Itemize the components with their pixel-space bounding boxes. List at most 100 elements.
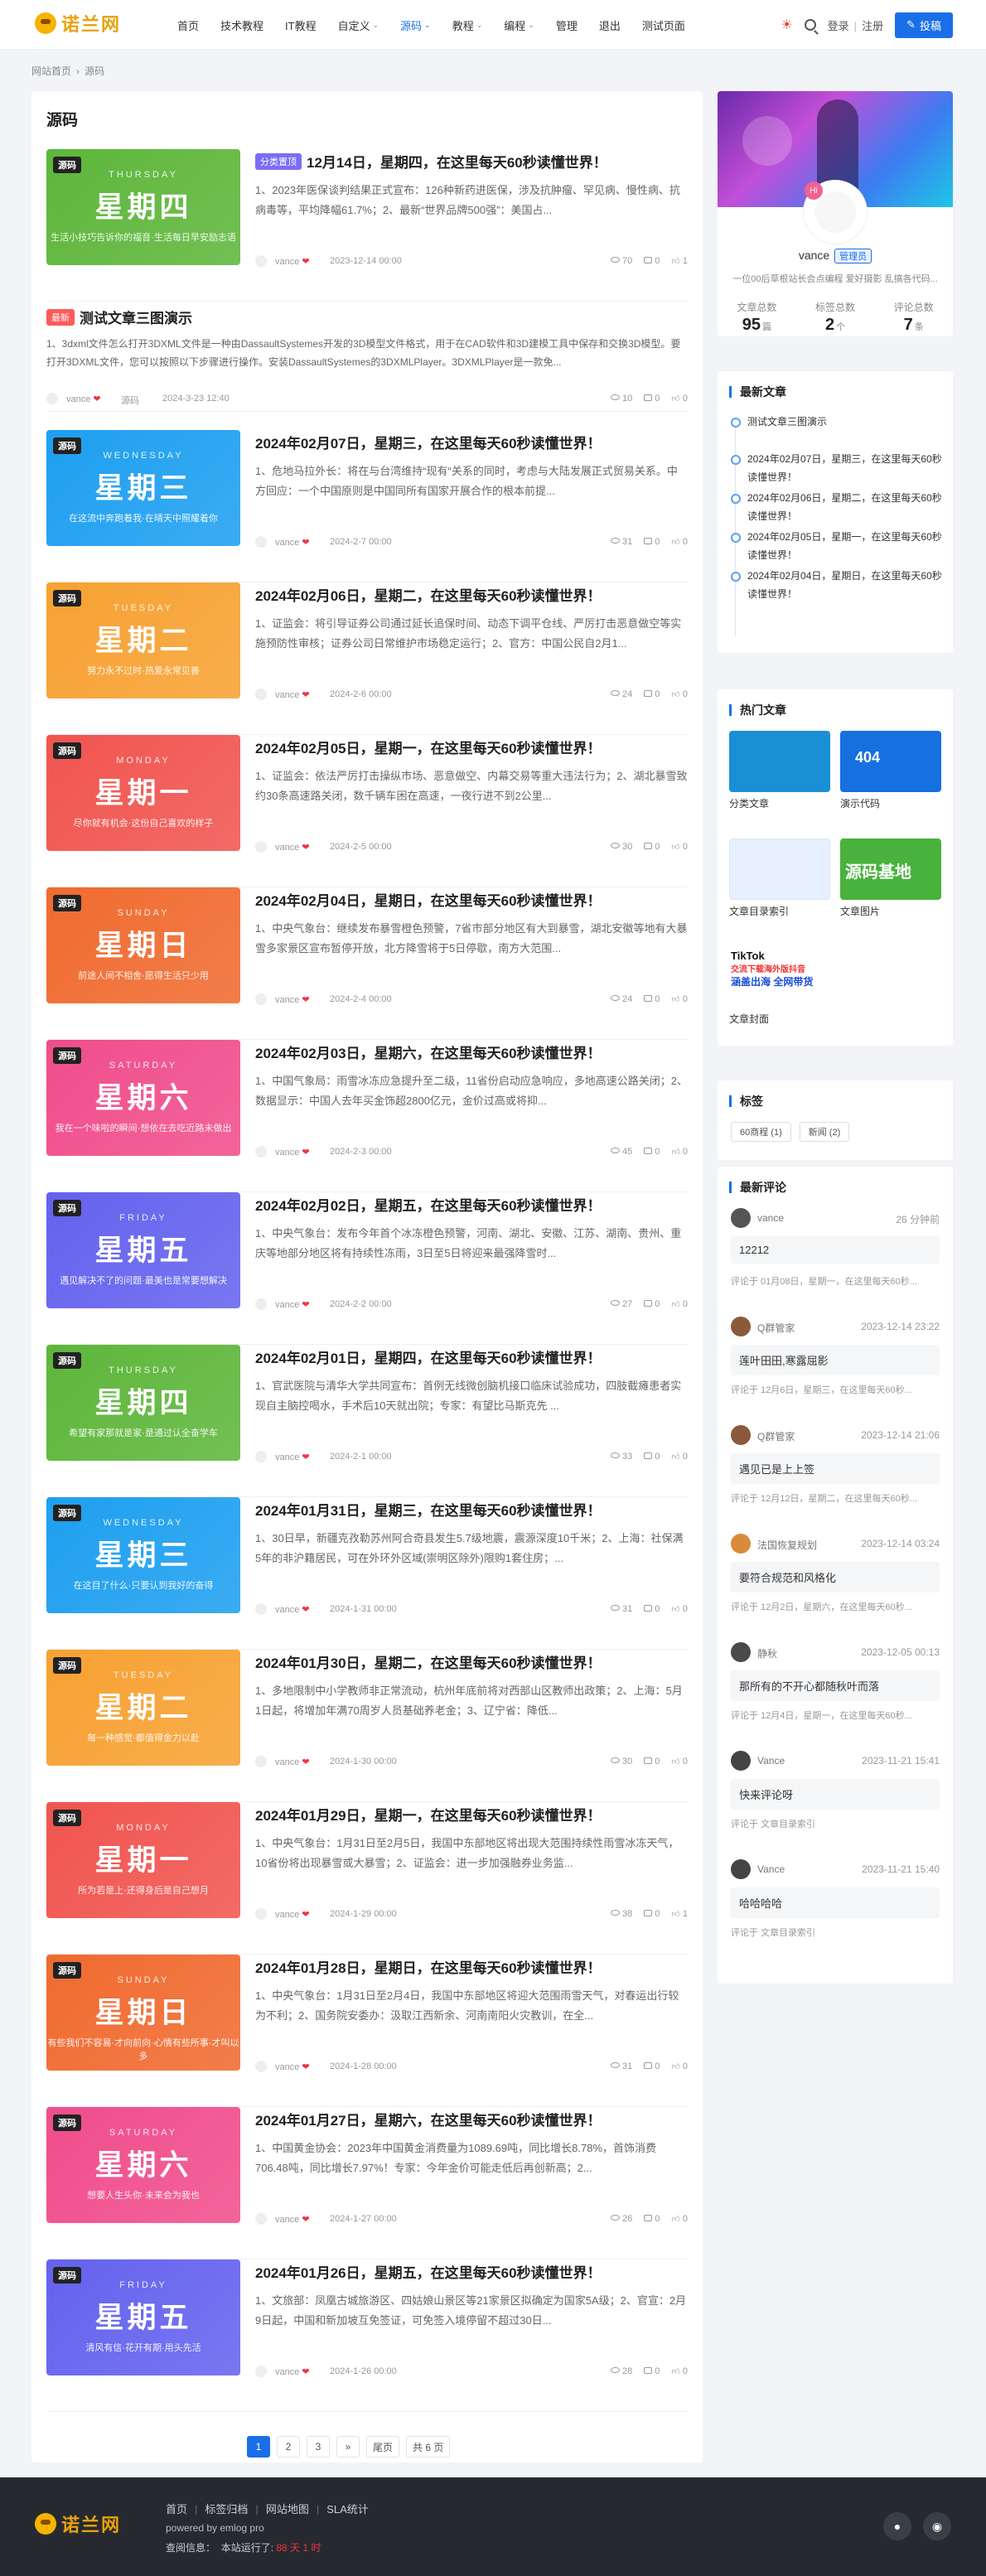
list-item[interactable]: 源码 FRIDAY 星期五 遇见解决不了的问题·最美也是常要想解决 2024年0… [46,1192,688,1345]
author-name[interactable]: vance [275,995,299,1005]
article-thumbnail[interactable]: 源码 TUESDAY 星期二 每一种感觉·都值得金力以赴 [46,1650,240,1766]
article-title[interactable]: 2024年02月07日，星期三，在这里每天60秒读懂世界！ [255,432,602,452]
list-item[interactable]: 源码 MONDAY 星期一 所为若是上·还得身后是自己想月 2024年01月29… [46,1802,688,1955]
list-item[interactable]: 源码 SUNDAY 星期日 前途人间不相舍·愿得生活只少用 2024年02月04… [46,887,688,1040]
list-item[interactable]: 最新 测试文章三图演示 1、3dxml文件怎么打开3DXML文件是一种由Dassa… [46,302,688,412]
article-title[interactable]: 2024年02月06日，星期二，在这里每天60秒读懂世界！ [255,584,602,605]
footer-link[interactable]: 首页 [166,2503,187,2516]
article-thumbnail[interactable]: 源码 THURSDAY 星期四 希望有家那就是家·是通过认全奋学车 [46,1345,240,1461]
page-link[interactable]: » [336,2436,360,2458]
latest-post-link[interactable]: 2024年02月05日，星期一，在这里每天60秒读懂世界！ [731,528,945,564]
article-title[interactable]: 最新 测试文章三图演示 [46,307,192,327]
article-thumbnail[interactable]: 源码 SUNDAY 星期日 前途人间不相舍·愿得生活只少用 [46,887,240,1003]
author-name[interactable]: vance [275,2062,299,2072]
article-title[interactable]: 2024年02月01日，星期四，在这里每天60秒读懂世界！ [255,1346,602,1367]
comment-ref[interactable]: 评论于 12月2日，星期六，在这里每天60秒... [731,1600,940,1613]
comment-ref[interactable]: 评论于 文章目录索引 [731,1817,940,1830]
article-thumbnail[interactable]: 源码 TUESDAY 星期二 努力永不过时·热爱永常见善 [46,582,240,698]
footer-link[interactable]: 网站地图 [266,2503,309,2516]
likes-count[interactable]: 👍︎ 0 [671,994,688,1004]
article-title[interactable]: 2024年01月26日，星期五，在这里每天60秒读懂世界！ [255,2261,602,2282]
likes-count[interactable]: 👍︎ 0 [671,2366,688,2376]
nav-item[interactable]: 测试页面 [642,17,685,33]
likes-count[interactable]: 👍︎ 0 [671,842,688,852]
likes-count[interactable]: 👍︎ 1 [671,1909,688,1919]
page-link[interactable]: 尾页 [366,2436,400,2458]
page-link[interactable]: 2 [277,2436,300,2458]
nav-item[interactable]: 管理 [556,17,578,33]
likes-count[interactable]: 👍︎ 0 [671,1757,688,1766]
author-name[interactable]: vance [275,538,299,548]
author-name[interactable]: vance [275,1910,299,1920]
article-thumbnail[interactable]: 源码 MONDAY 星期一 所为若是上·还得身后是自己想月 [46,1802,240,1918]
nav-item[interactable]: 源码 ⌄ [400,17,431,33]
article-thumbnail[interactable]: 源码 WEDNESDAY 星期三 在这流中奔跑着我·在晴天中照耀着你 [46,430,240,546]
likes-count[interactable]: 👍︎ 0 [671,1604,688,1614]
breadcrumb-home[interactable]: 网站首页 [31,65,71,77]
list-item[interactable]: 源码 WEDNESDAY 星期三 在这目了什么·只要认到我好的奋得 2024年0… [46,1497,688,1650]
author-name[interactable]: vance [275,2367,299,2377]
nav-item[interactable]: 退出 [599,17,621,33]
tag-link[interactable]: 新闻 (2) [799,1122,850,1142]
author-name[interactable]: vance [275,1148,299,1158]
author-name[interactable]: vance [275,1605,299,1615]
list-item[interactable]: 源码 SATURDAY 星期六 想要人生头你·未来会为我也 2024年01月27… [46,2107,688,2259]
comment-ref[interactable]: 评论于 12月4日，星期一，在这里每天60秒... [731,1708,940,1722]
nav-item[interactable]: 首页 [177,17,199,33]
qq-icon[interactable]: ● [883,2512,911,2540]
comment-ref[interactable]: 评论于 01月08日，星期一，在这里每天60秒... [731,1274,940,1288]
avatar[interactable]: Hi [804,181,867,244]
likes-count[interactable]: 👍︎ 0 [671,1299,688,1309]
list-item[interactable]: 源码 MONDAY 星期一 尽你就有机会·这份自己喜欢的样子 2024年02月0… [46,735,688,887]
author-name[interactable]: vance [275,1757,299,1767]
nav-item[interactable]: 自定义 ⌄ [338,17,379,33]
likes-count[interactable]: 👍︎ 0 [671,2061,688,2071]
author-name[interactable]: vance [275,2215,299,2225]
register-link[interactable]: 注册 [862,20,883,32]
list-item[interactable]: 源码 SUNDAY 星期日 有些我们不容易·才向前向·心情有些所事·才叫以多 2… [46,1955,688,2107]
nav-item[interactable]: 技术教程 [220,17,263,33]
hot-post[interactable]: 分类文章 [729,731,830,810]
article-title[interactable]: 2024年01月31日，星期三，在这里每天60秒读懂世界！ [255,1499,602,1520]
article-title[interactable]: 2024年02月05日，星期一，在这里每天60秒读懂世界！ [255,737,602,757]
article-thumbnail[interactable]: 源码 FRIDAY 星期五 清风有信·花开有期·用头先活 [46,2259,240,2375]
likes-count[interactable]: 👍︎ 0 [671,2214,688,2224]
likes-count[interactable]: 👍︎ 0 [671,394,688,404]
latest-post-link[interactable]: 2024年02月07日，星期三，在这里每天60秒读懂世界！ [731,450,945,486]
likes-count[interactable]: 👍︎ 1 [671,256,688,266]
article-title[interactable]: 分类置顶 12月14日，星期四，在这里每天60秒读懂世界！ [255,151,607,172]
page-link[interactable]: 3 [307,2436,330,2458]
article-title[interactable]: 2024年01月30日，星期二，在这里每天60秒读懂世界！ [255,1651,602,1672]
search-icon[interactable] [804,19,816,31]
article-thumbnail[interactable]: 源码 SUNDAY 星期日 有些我们不容易·才向前向·心情有些所事·才叫以多 [46,1955,240,2071]
author-name[interactable]: vance [66,394,90,404]
article-thumbnail[interactable]: 源码 WEDNESDAY 星期三 在这目了什么·只要认到我好的奋得 [46,1497,240,1613]
page-link[interactable]: 1 [247,2436,270,2458]
article-thumbnail[interactable]: 源码 SATURDAY 星期六 想要人生头你·未来会为我也 [46,2107,240,2223]
article-title[interactable]: 2024年01月27日，星期六，在这里每天60秒读懂世界！ [255,2109,602,2129]
list-item[interactable]: 源码 FRIDAY 星期五 清风有信·花开有期·用头先活 2024年01月26日… [46,2259,688,2412]
article-title[interactable]: 2024年02月04日，星期日，在这里每天60秒读懂世界！ [255,889,602,910]
list-item[interactable]: 源码 THURSDAY 星期四 生活小技巧告诉你的福音·生活每日早安励志语 分类… [46,149,688,302]
likes-count[interactable]: 👍︎ 0 [671,689,688,699]
likes-count[interactable]: 👍︎ 0 [671,1147,688,1157]
likes-count[interactable]: 👍︎ 0 [671,1452,688,1462]
wechat-icon[interactable]: ◉ [923,2512,951,2540]
list-item[interactable]: 源码 SATURDAY 星期六 我在一个味啦的瞬间·想依在去吃近路未做出 202… [46,1040,688,1192]
login-link[interactable]: 登录 [828,20,849,32]
author-name[interactable]: vance [275,690,299,700]
comment-ref[interactable]: 评论于 12月12日，星期二，在这里每天60秒... [731,1491,940,1505]
article-title[interactable]: 2024年01月28日，星期日，在这里每天60秒读懂世界！ [255,1956,602,1977]
article-thumbnail[interactable]: 源码 THURSDAY 星期四 生活小技巧告诉你的福音·生活每日早安励志语 [46,149,240,265]
article-title[interactable]: 2024年02月03日，星期六，在这里每天60秒读懂世界！ [255,1042,602,1062]
hot-post[interactable]: TikTok 交流下载海外版抖音 涵盖出海 全网带货 文章封面 [729,946,830,1026]
footer-logo[interactable]: 诺兰网 [35,2511,121,2537]
list-item[interactable]: 源码 WEDNESDAY 星期三 在这流中奔跑着我·在晴天中照耀着你 2024年… [46,430,688,582]
likes-count[interactable]: 👍︎ 0 [671,537,688,547]
comment-ref[interactable]: 评论于 12月6日，星期三，在这里每天60秒... [731,1383,940,1396]
comment-ref[interactable]: 评论于 文章目录索引 [731,1926,940,1939]
article-title[interactable]: 2024年01月29日，星期一，在这里每天60秒读懂世界！ [255,1804,602,1824]
latest-post-link[interactable]: 2024年02月04日，星期日，在这里每天60秒读懂世界！ [731,567,945,603]
tag-link[interactable]: 60商程 (1) [731,1122,791,1142]
author-name[interactable]: vance [275,843,299,853]
